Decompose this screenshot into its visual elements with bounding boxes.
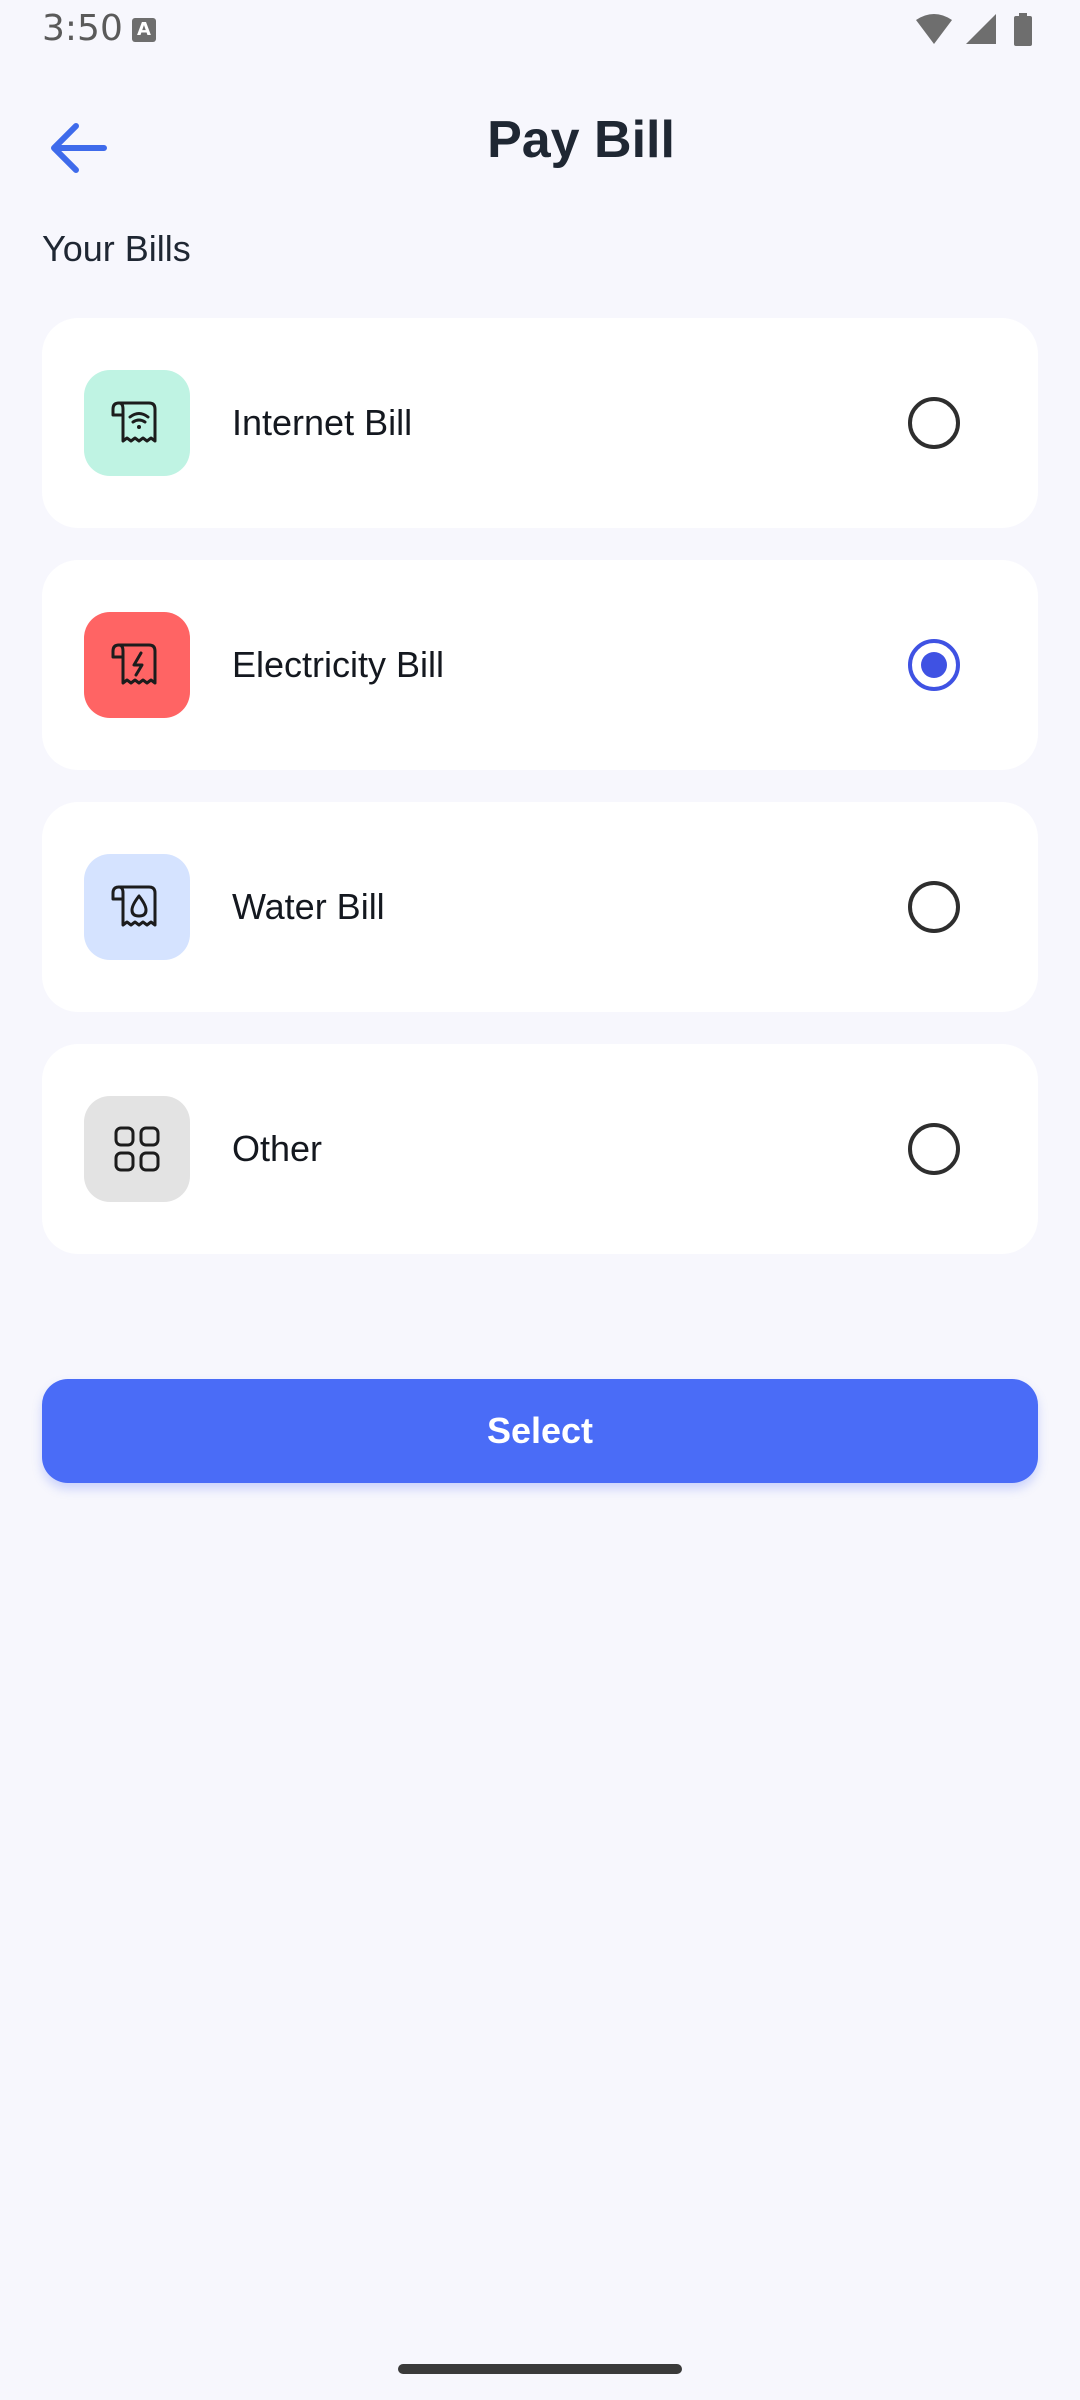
bill-icon-container xyxy=(84,854,190,960)
status-icons xyxy=(914,12,1050,52)
battery-icon xyxy=(1014,13,1032,46)
bill-option-internet[interactable]: Internet Bill xyxy=(42,318,1038,528)
radio-electricity-bill[interactable] xyxy=(908,639,960,691)
select-button[interactable]: Select xyxy=(42,1379,1038,1483)
wifi-receipt-icon xyxy=(111,401,157,443)
signal-icon xyxy=(966,14,996,44)
page-title: Pay Bill xyxy=(487,111,675,169)
app-bar: Pay Bill xyxy=(0,90,1080,200)
home-indicator[interactable] xyxy=(398,2364,682,2374)
grid-icon xyxy=(114,1126,160,1172)
bill-icon-container xyxy=(84,370,190,476)
bill-label: Internet Bill xyxy=(232,402,413,443)
lightning-receipt-icon xyxy=(111,643,157,685)
bill-option-electricity[interactable]: Electricity Bill xyxy=(42,560,1038,770)
radio-water-bill[interactable] xyxy=(908,881,960,933)
wifi-icon xyxy=(916,14,952,44)
keyboard-notification-icon: A xyxy=(132,18,156,42)
bill-label: Electricity Bill xyxy=(232,644,445,685)
radio-selected-dot xyxy=(921,652,947,678)
bill-option-water[interactable]: Water Bill xyxy=(42,802,1038,1012)
bill-icon-container xyxy=(84,612,190,718)
status-bar: 3:50 A xyxy=(0,0,1080,64)
bill-icon-container xyxy=(84,1096,190,1202)
radio-other[interactable] xyxy=(908,1123,960,1175)
section-title: Your Bills xyxy=(42,228,191,269)
bill-label: Water Bill xyxy=(232,886,385,927)
water-drop-receipt-icon xyxy=(111,885,157,927)
radio-internet-bill[interactable] xyxy=(908,397,960,449)
bill-label: Other xyxy=(232,1128,323,1169)
status-time: 3:50 xyxy=(42,8,123,49)
bill-option-other[interactable]: Other xyxy=(42,1044,1038,1254)
